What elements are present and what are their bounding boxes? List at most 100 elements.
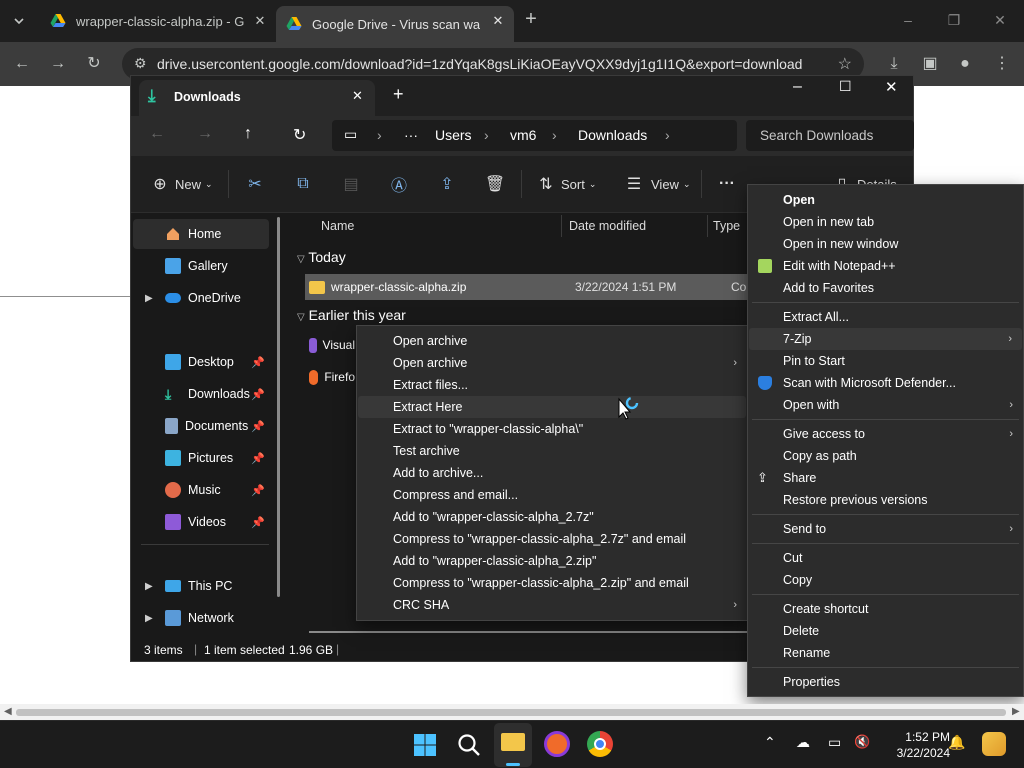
new-button[interactable]: ⊕ New ⌄ — [149, 172, 212, 196]
up-icon[interactable]: ↑ — [244, 125, 252, 143]
column-date-modified[interactable]: Date modified — [569, 219, 646, 233]
more-button[interactable]: ··· — [719, 172, 735, 196]
menu-item-compress-7z-email[interactable]: Compress to "wrapper-classic-alpha_2.7z"… — [357, 528, 747, 550]
menu-item-properties[interactable]: Properties — [748, 671, 1023, 693]
chevron-right-icon[interactable]: ▶ — [145, 581, 153, 592]
menu-item-extract-all[interactable]: Extract All... — [748, 306, 1023, 328]
menu-item-open[interactable]: Open — [748, 189, 1023, 211]
menu-item-open-with[interactable]: Open with › — [748, 394, 1023, 416]
menu-item-open-archive[interactable]: Open archive — [357, 330, 747, 352]
menu-item-pin-start[interactable]: Pin to Start — [748, 350, 1023, 372]
chevron-right-icon[interactable]: ▶ — [145, 613, 153, 624]
share-button[interactable]: ⇪ — [436, 172, 458, 196]
explorer-tab-downloads[interactable]: ⤓ Downloads ✕ — [139, 80, 375, 116]
back-icon[interactable]: ← — [149, 125, 165, 143]
column-name[interactable]: Name — [321, 219, 354, 233]
pin-icon[interactable]: 📌 — [251, 356, 265, 369]
file-row-visual-studio[interactable]: Visual — [305, 332, 355, 358]
display-icon[interactable]: ▭ — [828, 734, 841, 751]
nav-item-pictures[interactable]: Pictures 📌 — [133, 443, 269, 473]
menu-item-add-to-archive[interactable]: Add to archive... — [357, 462, 747, 484]
menu-item-delete[interactable]: Delete — [748, 620, 1023, 642]
nav-scrollbar[interactable] — [277, 217, 280, 597]
close-window-icon[interactable]: ✕ — [885, 78, 898, 96]
menu-item-copy[interactable]: Copy — [748, 569, 1023, 591]
tab-search-button[interactable] — [6, 8, 32, 34]
breadcrumb-downloads[interactable]: Downloads — [578, 127, 647, 143]
maximize-icon[interactable]: ☐ — [839, 78, 852, 95]
back-icon[interactable]: ← — [10, 52, 34, 76]
profile-icon[interactable]: ● — [953, 52, 977, 76]
menu-item-create-shortcut[interactable]: Create shortcut — [748, 598, 1023, 620]
file-row-firefox[interactable]: Firefo — [305, 364, 355, 390]
menu-item-edit-notepad[interactable]: Edit with Notepad++ — [748, 255, 1023, 277]
forward-icon[interactable]: → — [46, 52, 70, 76]
reload-icon[interactable]: ↻ — [82, 52, 106, 76]
file-row-wrapper-zip[interactable]: wrapper-classic-alpha.zip 3/22/2024 1:51… — [305, 274, 805, 300]
menu-item-extract-here[interactable]: Extract Here — [358, 396, 746, 418]
copy-button[interactable]: ⧉ — [292, 172, 314, 196]
menu-item-rename[interactable]: Rename — [748, 642, 1023, 664]
cut-button[interactable]: ✂ — [244, 172, 266, 196]
menu-item-compress-zip-email[interactable]: Compress to "wrapper-classic-alpha_2.zip… — [357, 572, 747, 594]
column-type[interactable]: Type — [713, 219, 740, 233]
browser-tab-virus-scan[interactable]: Google Drive - Virus scan warni ✕ — [276, 6, 514, 42]
new-tab-button[interactable]: + — [393, 84, 404, 105]
breadcrumb[interactable]: ▭ › ··· Users › vm6 › Downloads › — [332, 120, 737, 151]
nav-item-documents[interactable]: Documents 📌 — [133, 411, 269, 441]
nav-item-music[interactable]: Music 📌 — [133, 475, 269, 505]
menu-item-extract-to-folder[interactable]: Extract to "wrapper-classic-alpha\" — [357, 418, 747, 440]
menu-item-restore-versions[interactable]: Restore previous versions — [748, 489, 1023, 511]
menu-item-add-to-7z[interactable]: Add to "wrapper-classic-alpha_2.7z" — [357, 506, 747, 528]
url-text[interactable]: drive.usercontent.google.com/download?id… — [157, 56, 802, 72]
group-today[interactable]: ▽ Today — [297, 249, 346, 265]
paste-button[interactable]: ▤ — [340, 172, 362, 196]
menu-kebab-icon[interactable]: ⋮ — [990, 52, 1014, 76]
nav-item-videos[interactable]: Videos 📌 — [133, 507, 269, 537]
pin-icon[interactable]: 📌 — [251, 388, 265, 401]
file-explorer-taskbar-icon[interactable] — [494, 723, 532, 767]
menu-item-cut[interactable]: Cut — [748, 547, 1023, 569]
menu-item-add-to-zip[interactable]: Add to "wrapper-classic-alpha_2.zip" — [357, 550, 747, 572]
forward-icon[interactable]: → — [197, 125, 213, 143]
minimize-icon[interactable]: – — [898, 10, 918, 30]
menu-item-copy-path[interactable]: Copy as path — [748, 445, 1023, 467]
close-tab-icon[interactable]: ✕ — [252, 13, 268, 29]
browser-tab-zip[interactable]: wrapper-classic-alpha.zip - Goo ✕ — [40, 6, 276, 36]
view-button[interactable]: ☰ View ⌄ — [623, 172, 691, 196]
cloud-offline-icon[interactable]: ☁ — [796, 734, 810, 751]
speaker-muted-icon[interactable]: 🔇 — [854, 734, 870, 750]
notification-bell-icon[interactable]: 🔔 — [948, 734, 965, 751]
nav-item-this-pc[interactable]: ▶ This PC — [133, 571, 269, 601]
sort-button[interactable]: ⇅ Sort ⌄ — [535, 172, 596, 196]
close-window-icon[interactable]: ✕ — [990, 10, 1010, 30]
menu-item-open-archive-sub[interactable]: Open archive › — [357, 352, 747, 374]
nav-item-onedrive[interactable]: ▶ OneDrive — [133, 283, 269, 313]
copilot-icon[interactable] — [982, 732, 1006, 756]
breadcrumb-users[interactable]: Users — [435, 127, 472, 143]
menu-item-send-to[interactable]: Send to › — [748, 518, 1023, 540]
scroll-left-icon[interactable]: ◀ — [4, 706, 12, 717]
close-tab-icon[interactable]: ✕ — [490, 13, 506, 29]
page-horizontal-scrollbar[interactable]: ◀ ▶ — [0, 704, 1024, 720]
menu-item-open-new-tab[interactable]: Open in new tab — [748, 211, 1023, 233]
scroll-right-icon[interactable]: ▶ — [1012, 706, 1020, 717]
menu-item-crc-sha[interactable]: CRC SHA › — [357, 594, 747, 616]
close-tab-icon[interactable]: ✕ — [352, 88, 363, 104]
scrollbar-thumb[interactable] — [16, 709, 1006, 716]
side-panel-icon[interactable]: ▣ — [918, 52, 942, 76]
chevron-right-icon[interactable]: ▶ — [145, 293, 153, 304]
nav-item-network[interactable]: ▶ Network — [133, 603, 269, 633]
menu-item-extract-files[interactable]: Extract files... — [357, 374, 747, 396]
restore-icon[interactable]: ❐ — [944, 10, 964, 30]
horizontal-scrollbar[interactable] — [309, 631, 749, 633]
nav-item-desktop[interactable]: Desktop 📌 — [133, 347, 269, 377]
menu-item-share[interactable]: ⇪ Share — [748, 467, 1023, 489]
search-input[interactable]: Search Downloads — [746, 120, 914, 151]
search-icon[interactable] — [455, 731, 483, 759]
nav-item-home[interactable]: Home — [133, 219, 269, 249]
breadcrumb-overflow[interactable]: ··· — [404, 127, 418, 143]
rename-button[interactable]: Ⓐ — [388, 172, 410, 196]
chrome-taskbar-icon[interactable] — [587, 731, 613, 757]
pin-icon[interactable]: 📌 — [251, 452, 265, 465]
